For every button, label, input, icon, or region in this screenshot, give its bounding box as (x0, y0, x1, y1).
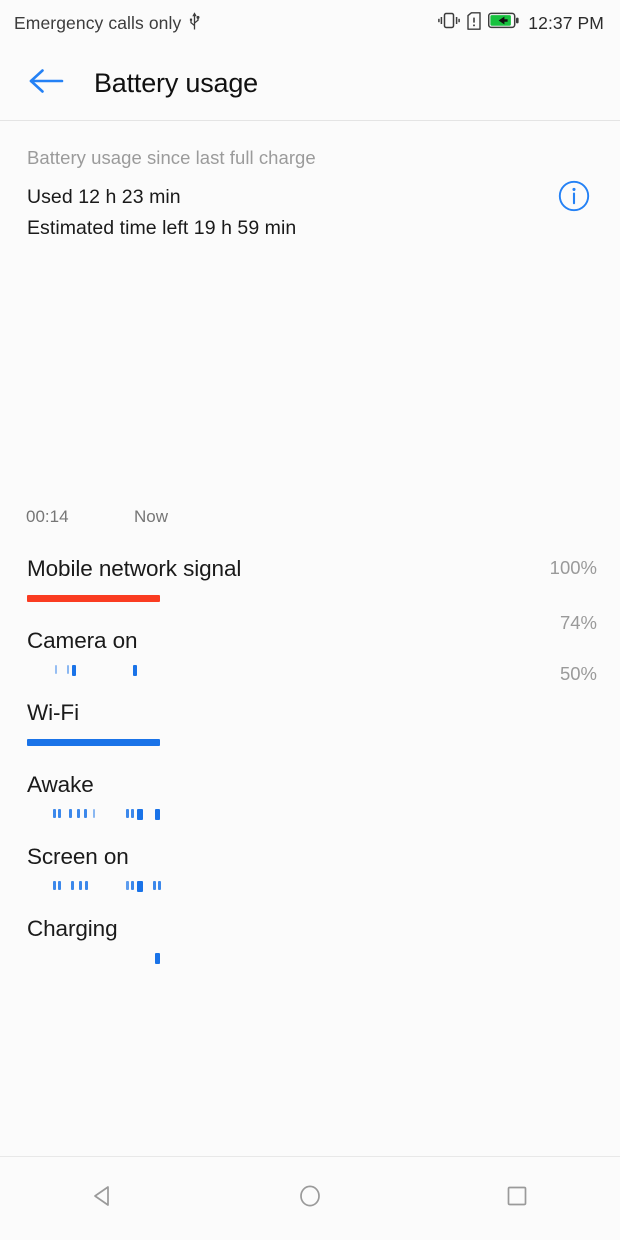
timeline-row: Mobile network signal (0, 550, 620, 622)
timeline-tick (131, 880, 134, 890)
timeline-tick (126, 808, 129, 818)
timeline-row: Charging (0, 910, 620, 982)
battery-summary: Battery usage since last full charge Use… (0, 121, 620, 244)
x-axis-label-now: Now (134, 507, 169, 526)
timeline-tick (79, 880, 82, 890)
timeline-tick (137, 880, 143, 892)
usb-icon (188, 11, 201, 35)
battery-charging-icon (488, 12, 519, 34)
timeline-tick (158, 880, 161, 890)
system-navigation-bar (0, 1156, 620, 1240)
back-button[interactable] (26, 63, 66, 103)
timeline-row-label: Charging (27, 916, 118, 941)
battery-chart: 100% 74% 50% 00:14 Now (0, 274, 620, 684)
timeline-tick (85, 880, 88, 890)
status-bar: Emergency calls only 12:37 PM (0, 0, 620, 46)
timeline-tick (133, 664, 137, 676)
timeline-tick (71, 880, 74, 890)
timeline-track (27, 664, 587, 679)
timeline-tick (137, 808, 143, 820)
timeline-tick (53, 880, 56, 890)
timeline-track (27, 880, 587, 895)
timeline-tick (84, 808, 87, 818)
timeline-tick (93, 808, 95, 818)
battery-level-plot (0, 274, 620, 524)
timeline-tick (69, 808, 72, 818)
status-bar-left: Emergency calls only (14, 11, 201, 35)
timeline-row: Screen on (0, 838, 620, 910)
clock-label: 12:37 PM (528, 12, 604, 33)
nav-recents-square-icon (502, 1181, 532, 1216)
timeline-tick (131, 808, 134, 818)
nav-back-button[interactable] (57, 1169, 149, 1229)
timeline-row-label: Camera on (27, 628, 138, 653)
timeline-row-label: Wi-Fi (27, 700, 79, 725)
timeline-tick (58, 880, 61, 890)
timeline-row-label: Mobile network signal (27, 556, 242, 581)
nav-recents-button[interactable] (471, 1169, 563, 1229)
timeline-tick (67, 664, 69, 674)
timeline-row: Wi-Fi (0, 694, 620, 766)
timeline-tick (155, 952, 160, 964)
timeline-tick (155, 808, 160, 820)
nav-back-triangle-icon (88, 1181, 118, 1216)
timeline-track (27, 737, 587, 751)
timeline-track (27, 808, 587, 823)
info-button[interactable] (555, 177, 593, 215)
back-arrow-icon (28, 67, 64, 100)
timeline-row-label: Screen on (27, 844, 129, 869)
summary-subtitle: Battery usage since last full charge (27, 147, 316, 168)
timeline-row: Awake (0, 766, 620, 838)
timeline-track (27, 952, 587, 967)
used-time-label: Used 12 h 23 min (27, 186, 181, 208)
nav-home-circle-icon (295, 1181, 325, 1216)
timeline-tick (126, 880, 129, 890)
status-bar-right: 12:37 PM (438, 11, 604, 35)
usage-timeline-list: Mobile network signal Camera on Wi-Fi Awake… (0, 550, 620, 982)
timeline-tick (77, 808, 80, 818)
timeline-tick (58, 808, 61, 818)
timeline-tick (153, 880, 156, 890)
timeline-tick (72, 664, 76, 676)
timeline-bar (27, 594, 160, 602)
timeline-row: Camera on (0, 622, 620, 694)
timeline-tick (55, 664, 57, 674)
timeline-row-label: Awake (27, 772, 94, 797)
timeline-track (27, 593, 587, 607)
nav-home-button[interactable] (264, 1169, 356, 1229)
info-icon (555, 180, 593, 219)
app-bar: Battery usage (0, 46, 620, 120)
x-axis-label-start: 00:14 (26, 507, 69, 526)
carrier-label: Emergency calls only (14, 12, 182, 33)
timeline-bar (27, 738, 160, 746)
page-title: Battery usage (94, 67, 259, 98)
timeline-tick (53, 808, 56, 818)
estimated-time-label: Estimated time left 19 h 59 min (27, 217, 297, 239)
vibrate-icon (438, 12, 461, 34)
sim-card-alert-icon (467, 11, 481, 35)
